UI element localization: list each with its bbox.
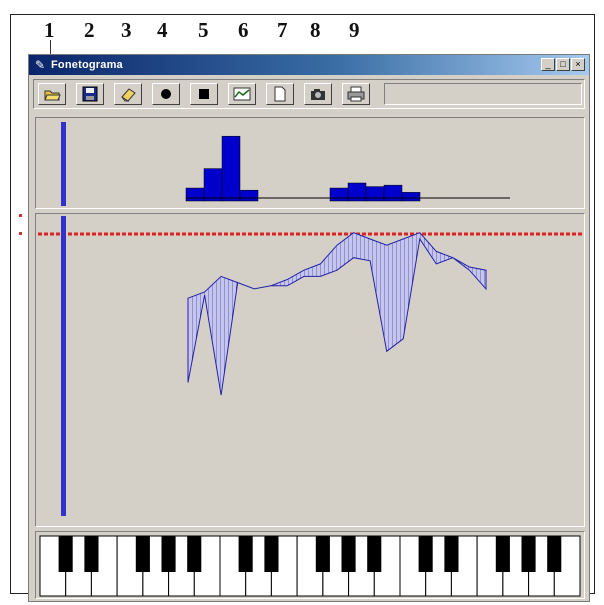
- save-button[interactable]: [76, 83, 104, 105]
- black-key: [161, 536, 176, 572]
- save-disk-icon: [82, 86, 98, 102]
- histogram-bar: [365, 186, 385, 202]
- phonetogram-plot: [38, 216, 582, 516]
- annotation-number: 1: [44, 18, 55, 42]
- app-window: ✎ Fonetograma _ □ ×: [28, 54, 590, 602]
- toolbar-spacer: [384, 83, 582, 105]
- black-key: [315, 536, 330, 572]
- black-key: [444, 536, 459, 572]
- record-button[interactable]: [152, 83, 180, 105]
- black-key: [135, 536, 150, 572]
- black-key: [418, 536, 433, 572]
- black-key: [58, 536, 73, 572]
- keyboard-plot[interactable]: [36, 532, 584, 598]
- record-icon: [161, 89, 171, 99]
- new-button[interactable]: [266, 83, 294, 105]
- stop-button[interactable]: [190, 83, 218, 105]
- printer-icon: [347, 86, 365, 102]
- close-button[interactable]: ×: [571, 58, 585, 71]
- margin-mark: [19, 214, 22, 217]
- black-key: [547, 536, 562, 572]
- open-button[interactable]: [38, 83, 66, 105]
- histogram-bar: [203, 168, 223, 202]
- histogram-bar: [383, 184, 403, 202]
- margin-mark: [19, 232, 22, 235]
- histogram-bar: [221, 135, 241, 202]
- time-cursor: [61, 216, 66, 516]
- black-key: [341, 536, 356, 572]
- erase-button[interactable]: [114, 83, 142, 105]
- print-button[interactable]: [342, 83, 370, 105]
- time-cursor: [61, 122, 66, 206]
- annotation-number: 5: [198, 18, 209, 42]
- graph-icon: [233, 87, 251, 101]
- toolbar: [33, 79, 585, 109]
- piano-keyboard[interactable]: [35, 531, 585, 599]
- annotation-number: 3: [121, 18, 132, 42]
- title-bar[interactable]: ✎ Fonetograma _ □ ×: [29, 55, 589, 75]
- black-key: [495, 536, 510, 572]
- histogram-bar: [239, 189, 259, 202]
- black-key: [238, 536, 253, 572]
- black-key: [367, 536, 382, 572]
- window-title: Fonetograma: [51, 59, 123, 71]
- stop-icon: [199, 89, 209, 99]
- maximize-button[interactable]: □: [556, 58, 570, 71]
- histogram-bar: [185, 187, 205, 202]
- histogram-panel: [35, 117, 585, 209]
- open-folder-icon: [44, 90, 61, 101]
- histogram-bar: [329, 187, 349, 202]
- histogram-plot: [61, 122, 510, 206]
- capture-button[interactable]: [304, 83, 332, 105]
- annotation-number: 6: [238, 18, 249, 42]
- annotation-numbers: 1 2 3 4 5 6 7 8 9: [0, 0, 604, 54]
- black-key: [84, 536, 99, 572]
- pen-icon: ✎: [35, 58, 46, 72]
- graph-button[interactable]: [228, 83, 256, 105]
- new-document-icon: [274, 86, 286, 102]
- phonetogram-area: [187, 232, 487, 396]
- annotation-number: 7: [277, 18, 288, 42]
- annotation-number: 4: [157, 18, 168, 42]
- eraser-icon: [121, 88, 136, 102]
- black-key: [521, 536, 536, 572]
- camera-icon: [311, 89, 325, 100]
- black-key: [264, 536, 279, 572]
- annotation-number: 8: [310, 18, 321, 42]
- black-key: [187, 536, 202, 572]
- pointer-line: [50, 40, 51, 54]
- phonetogram-panel: [35, 213, 585, 527]
- annotation-number: 2: [84, 18, 95, 42]
- histogram-bar: [401, 192, 421, 202]
- minimize-button[interactable]: _: [541, 58, 555, 71]
- annotation-number: 9: [349, 18, 360, 42]
